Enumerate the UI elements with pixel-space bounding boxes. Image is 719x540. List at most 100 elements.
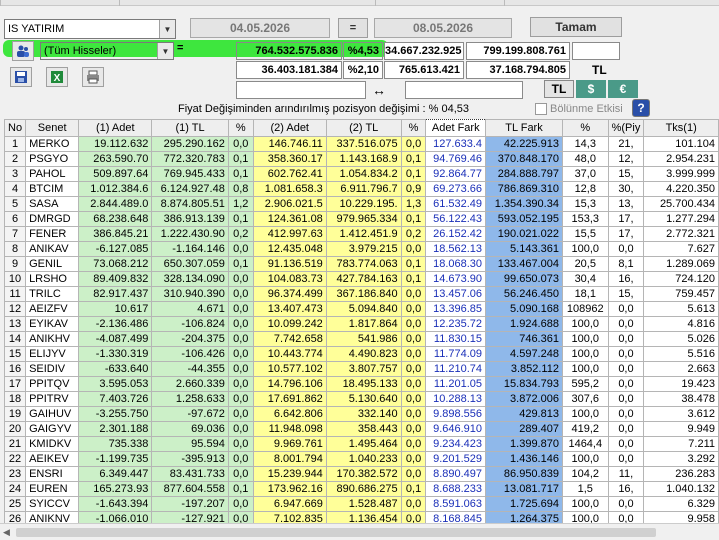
broker-combo[interactable]: IS YATIRIM ▼ xyxy=(4,19,176,39)
table-cell: 127.633.4 xyxy=(425,136,487,152)
table-row[interactable]: 25 SYICCV -1.643.394 -197.207 0,0 6.947.669 1.… xyxy=(3,496,719,512)
table-cell: 6.642.806 xyxy=(252,406,327,422)
table-row[interactable]: 16 SEIDIV -633.640 -44.355 0,0 10.577.102 3.80… xyxy=(3,361,719,377)
table-cell: 1.495.464 xyxy=(325,436,402,452)
svg-text:X: X xyxy=(54,73,61,84)
column-header[interactable]: % xyxy=(400,119,427,137)
table-cell: 650.307.059 xyxy=(151,256,229,272)
table-cell: 0,0 xyxy=(227,421,254,437)
table-cell: 427.784.163 xyxy=(325,271,402,287)
table-cell: 30,4 xyxy=(561,271,609,287)
table-cell: 3.807.757 xyxy=(325,361,402,377)
table-cell: 1 xyxy=(3,136,27,152)
table-cell: 0,0 xyxy=(227,301,254,317)
table-cell: ELIJYV xyxy=(25,346,80,362)
table-cell: 18 xyxy=(3,391,27,407)
table-cell: 3.979.215 xyxy=(325,241,402,257)
table-cell: 9.201.529 xyxy=(425,451,487,467)
table-row[interactable]: 23 ENSRI 6.349.447 83.431.733 0,0 15.239.944 1… xyxy=(3,466,719,482)
currency-tl-button[interactable]: TL xyxy=(544,80,574,98)
table-cell: 0,1 xyxy=(227,256,254,272)
row2-unit: TL xyxy=(592,63,607,77)
date-to-field[interactable]: 08.05.2026 xyxy=(374,18,512,38)
table-cell: 12, xyxy=(607,151,645,167)
table-row[interactable]: 13 EYIKAV -2.136.486 -106.824 0,0 10.099.242 1… xyxy=(3,316,719,332)
table-row[interactable]: 19 GAIHUV -3.255.750 -97.672 0,0 6.642.806 332… xyxy=(3,406,719,422)
scroll-left-icon[interactable]: ◀ xyxy=(3,527,10,538)
text-field-left[interactable] xyxy=(236,81,366,99)
chevron-down-icon[interactable]: ▼ xyxy=(157,43,173,59)
excel-icon[interactable]: X xyxy=(46,67,68,87)
table-cell: 15, xyxy=(607,286,645,302)
table-row[interactable]: 11 TRILC 82.917.437 310.940.390 0,0 96.374.49… xyxy=(3,286,719,302)
row2-value-3: 37.168.794.805 xyxy=(466,61,570,79)
table-cell: 10.288.13 xyxy=(425,391,487,407)
table-cell: 1.277.294 xyxy=(643,211,719,227)
date-from-field[interactable]: 04.05.2026 xyxy=(190,18,330,38)
table-row[interactable]: 9 GENIL 73.068.212 650.307.059 0,1 91.136.519… xyxy=(3,256,719,272)
table-cell: 1.258.633 xyxy=(151,391,229,407)
table-row[interactable]: 14 ANIKHV -4.087.499 -204.375 0,0 7.742.658 54… xyxy=(3,331,719,347)
column-header[interactable]: TL Fark xyxy=(485,119,563,137)
table-cell: 8,1 xyxy=(607,256,645,272)
column-header[interactable]: %(Piy xyxy=(607,119,645,137)
table-cell: 10.617 xyxy=(78,301,153,317)
table-row[interactable]: 3 PAHOL 509.897.64 769.945.433 0,1 602.762.41… xyxy=(3,166,719,182)
equals-button[interactable]: = xyxy=(338,18,368,38)
table-row[interactable]: 6 DMRGD 68.238.648 386.913.139 0,1 124.361.08… xyxy=(3,211,719,227)
table-cell: 11 xyxy=(3,286,27,302)
people-icon[interactable] xyxy=(12,41,34,61)
text-field-right[interactable] xyxy=(405,81,523,99)
table-cell: AEIKEV xyxy=(25,451,80,467)
table-row[interactable]: 24 EUREN 165.273.93 877.604.558 0,1 173.962.1… xyxy=(3,481,719,497)
table-cell: 14,3 xyxy=(561,136,609,152)
table-row[interactable]: 2 PSGYO 263.590.70 772.320.783 0,1 358.360.17… xyxy=(3,151,719,167)
table-cell: 5.090.168 xyxy=(485,301,563,317)
column-header[interactable]: (2) TL xyxy=(325,119,402,137)
table-cell: 100,0 xyxy=(561,241,609,257)
column-header[interactable]: (2) Adet xyxy=(252,119,327,137)
tab-right[interactable] xyxy=(375,0,505,6)
tamam-button[interactable]: Tamam xyxy=(530,17,622,37)
tab-left[interactable] xyxy=(0,0,120,6)
chevron-down-icon[interactable]: ▼ xyxy=(159,20,175,38)
table-row[interactable]: 10 LRSHO 89.409.832 328.134.090 0,0 104.083.7… xyxy=(3,271,719,287)
table-row[interactable]: 7 FENER 386.845.21 1.222.430.90 0,2 412.997.6… xyxy=(3,226,719,242)
table-cell: 11.774.09 xyxy=(425,346,487,362)
table-cell: 0,0 xyxy=(400,361,427,377)
row2-value-1: 36.403.181.384 xyxy=(236,61,342,79)
table-row[interactable]: 5 SASA 2.844.489.0 8.874.805.51 1,2 2.906.021… xyxy=(3,196,719,212)
table-row[interactable]: 17 PPITQV 3.595.053 2.660.339 0,0 14.796.106 1… xyxy=(3,376,719,392)
table-cell: 124.361.08 xyxy=(252,211,327,227)
table-row[interactable]: 8 ANIKAV -6.127.085 -1.164.146 0,0 12.435.048… xyxy=(3,241,719,257)
print-icon[interactable] xyxy=(82,67,104,87)
horizontal-scrollbar[interactable]: ◀ xyxy=(0,523,719,540)
table-cell: 100,0 xyxy=(561,331,609,347)
table-row[interactable]: 22 AEIKEV -1.199.735 -395.913 0,0 8.001.794 1.… xyxy=(3,451,719,467)
column-header[interactable]: (1) TL xyxy=(151,119,229,137)
column-header[interactable]: (1) Adet xyxy=(78,119,153,137)
table-row[interactable]: 20 GAIGYV 2.301.188 69.036 0,0 11.948.098 358.… xyxy=(3,421,719,437)
bolunme-checkbox[interactable] xyxy=(535,103,547,115)
scrollbar-thumb[interactable] xyxy=(16,528,656,537)
save-icon[interactable] xyxy=(10,67,32,87)
table-row[interactable]: 1 MERKO 19.112.632 295.290.162 0,0 146.746.11… xyxy=(3,136,719,152)
table-cell: 20,5 xyxy=(561,256,609,272)
column-header[interactable]: % xyxy=(227,119,254,137)
help-icon[interactable]: ? xyxy=(632,99,650,117)
column-header[interactable]: Senet xyxy=(25,119,80,137)
column-header[interactable]: Adet Fark xyxy=(425,119,487,137)
table-row[interactable]: 21 KMIDKV 735.338 95.594 0,0 9.969.761 1.495.4… xyxy=(3,436,719,452)
column-header[interactable]: % xyxy=(561,119,609,137)
table-cell: 0,1 xyxy=(227,481,254,497)
currency-usd-button[interactable]: $ xyxy=(576,80,606,98)
table-row[interactable]: 15 ELIJYV -1.330.319 -106.426 0,0 10.443.774 4… xyxy=(3,346,719,362)
stock-filter-combo[interactable]: (Tüm Hisseler) ▼ xyxy=(40,42,174,60)
table-row[interactable]: 4 BTCIM 1.012.384.6 6.124.927.48 0,8 1.081.65… xyxy=(3,181,719,197)
column-header[interactable]: No xyxy=(3,119,27,137)
column-header[interactable]: Tks(1) xyxy=(643,119,719,137)
currency-eur-button[interactable]: € xyxy=(608,80,638,98)
row1-equals: = xyxy=(177,42,184,54)
table-row[interactable]: 18 PPITRV 7.403.726 1.258.633 0,0 17.691.862 5… xyxy=(3,391,719,407)
table-row[interactable]: 12 AEIZFV 10.617 4.671 0,0 13.407.473 5.094.84… xyxy=(3,301,719,317)
